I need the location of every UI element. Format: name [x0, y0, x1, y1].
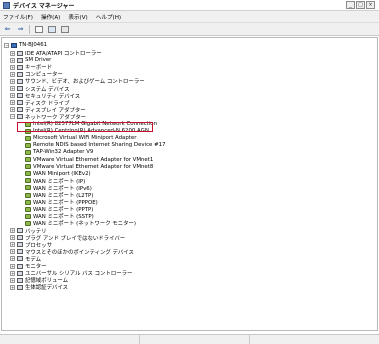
device-category-icon	[17, 235, 23, 241]
device-category-icon	[17, 284, 23, 290]
network-adapter-icon	[25, 178, 31, 184]
network-adapter-icon	[25, 206, 31, 212]
network-adapter-item-label: Remote NDIS based Internet Sharing Devic…	[33, 142, 166, 149]
scan-hardware-icon[interactable]	[60, 25, 69, 34]
device-category-icon	[17, 242, 23, 248]
expand-toggle[interactable]: +	[10, 270, 15, 276]
menu-view[interactable]: 表示(V)	[68, 13, 87, 21]
device-category-icon	[17, 277, 23, 283]
menu-help[interactable]: ヘルプ(H)	[96, 13, 121, 21]
network-adapter-icon	[25, 220, 31, 226]
tree-category-item-label: SM Driver	[25, 57, 52, 64]
maximize-button[interactable]: □	[356, 1, 365, 9]
close-button[interactable]: ×	[366, 1, 375, 9]
device-category-icon	[17, 263, 23, 269]
device-tree[interactable]: − TN-BJ0461 + IDE ATA/ATAPI コントローラー + SM Dr…	[1, 37, 378, 331]
device-category-icon	[17, 71, 23, 77]
expand-toggle[interactable]: +	[10, 107, 15, 113]
tree-root-label: TN-BJ0461	[19, 42, 48, 48]
collapse-toggle[interactable]: −	[4, 42, 9, 48]
expand-toggle[interactable]: +	[10, 71, 15, 77]
expand-toggle[interactable]: +	[10, 263, 15, 269]
selected-device-highlight	[17, 122, 153, 132]
minimize-button[interactable]: _	[346, 1, 355, 9]
expand-toggle[interactable]: +	[10, 86, 15, 91]
tree-category-item[interactable]: + 生体認証デバイス	[10, 283, 68, 291]
device-category-icon	[17, 86, 23, 91]
network-adapter-icon	[25, 135, 31, 141]
device-category-icon	[17, 57, 23, 63]
collapse-toggle[interactable]: −	[10, 114, 15, 120]
status-segment	[0, 335, 140, 344]
menu-file[interactable]: ファイル(F)	[3, 13, 33, 21]
network-adapter-icon	[25, 142, 31, 148]
expand-toggle[interactable]: +	[10, 93, 15, 99]
network-adapter-icon	[25, 192, 31, 198]
network-adapter-icon	[25, 199, 31, 205]
computer-icon	[11, 42, 17, 48]
expand-toggle[interactable]: +	[10, 256, 15, 262]
device-category-icon	[17, 93, 23, 99]
device-category-icon	[17, 256, 23, 262]
device-category-icon	[17, 78, 23, 84]
network-adapter-icon	[25, 213, 31, 219]
help-icon[interactable]	[47, 25, 56, 34]
expand-toggle[interactable]: +	[10, 284, 15, 290]
expand-toggle[interactable]: +	[10, 277, 15, 283]
device-category-icon	[17, 114, 23, 120]
network-adapter-icon	[25, 185, 31, 191]
tree-root[interactable]: − TN-BJ0461	[4, 41, 47, 49]
expand-toggle[interactable]: +	[10, 228, 15, 233]
expand-toggle[interactable]: +	[10, 64, 15, 70]
tree-category-item-label: マウスとそのほかのポインティング デバイス	[25, 249, 134, 256]
status-segment	[140, 335, 250, 344]
window-controls: _ □ ×	[346, 1, 375, 9]
expand-toggle[interactable]: +	[10, 235, 15, 241]
expand-toggle[interactable]: +	[10, 242, 15, 248]
forward-arrow-icon[interactable]: ⇒	[16, 25, 25, 34]
status-segment	[250, 335, 379, 344]
device-category-icon	[17, 50, 23, 56]
menu-action[interactable]: 操作(A)	[41, 13, 60, 21]
network-adapter-icon	[25, 157, 31, 162]
network-adapter-icon	[25, 164, 31, 170]
tree-category-item-label: 生体認証デバイス	[25, 285, 68, 292]
toolbar-separator	[29, 24, 30, 34]
device-category-icon	[17, 249, 23, 255]
title-bar: デバイス マネージャー _ □ ×	[0, 0, 379, 11]
network-adapter-item-label: VMware Virtual Ethernet Adapter for VMne…	[33, 156, 154, 163]
device-manager-icon	[3, 1, 10, 9]
window-title: デバイス マネージャー	[13, 2, 75, 10]
expand-toggle[interactable]: +	[10, 100, 15, 106]
device-category-icon	[17, 228, 23, 233]
network-adapter-item-label: WAN ミニポート (ネットワーク モニター)	[33, 221, 136, 228]
network-adapter-item-label: Microsoft Virtual WiFi Miniport Adapter	[33, 135, 137, 142]
device-category-icon	[17, 64, 23, 70]
network-adapter-icon	[25, 171, 31, 177]
properties-icon[interactable]	[34, 25, 43, 34]
network-adapter-icon	[25, 149, 31, 155]
expand-toggle[interactable]: +	[10, 57, 15, 63]
toolbar: ⇐ ⇒	[0, 23, 379, 36]
expand-toggle[interactable]: +	[10, 50, 15, 56]
network-adapter-item-label: VMware Virtual Ethernet Adapter for VMne…	[33, 163, 154, 170]
status-bar	[0, 334, 379, 344]
expand-toggle[interactable]: +	[10, 249, 15, 255]
back-arrow-icon[interactable]: ⇐	[3, 25, 12, 34]
network-adapter-item-label: WAN Miniport (IKEv2)	[33, 170, 91, 177]
expand-toggle[interactable]: +	[10, 78, 15, 84]
menu-bar: ファイル(F) 操作(A) 表示(V) ヘルプ(H)	[0, 11, 379, 23]
device-category-icon	[17, 100, 23, 106]
device-category-icon	[17, 270, 23, 276]
network-adapter-item-label: TAP-Win32 Adapter V9	[33, 149, 94, 156]
device-category-icon	[17, 107, 23, 113]
